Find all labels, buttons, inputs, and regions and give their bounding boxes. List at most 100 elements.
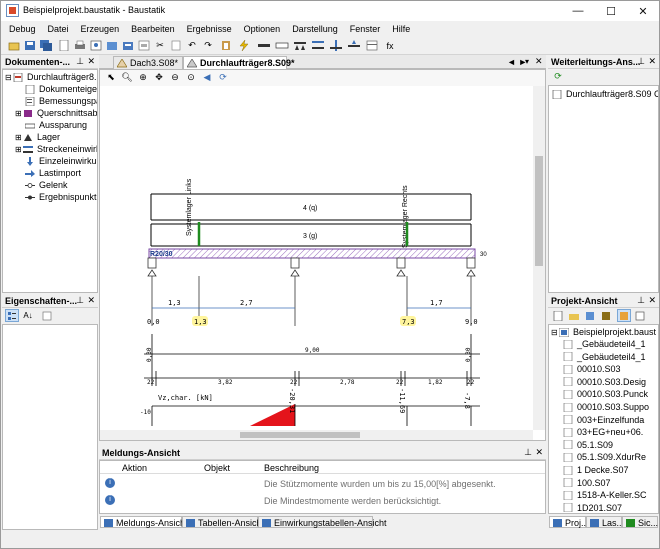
tree-item-lastimport[interactable]: Lastimport [25, 167, 81, 179]
sort-az-icon[interactable]: A↓ [21, 309, 35, 322]
new-doc-icon[interactable] [57, 39, 71, 52]
select-arrow-icon[interactable]: ⬉ [104, 71, 118, 84]
paste-icon[interactable] [219, 39, 233, 52]
redo-icon[interactable]: ↷ [201, 39, 215, 52]
tree-item-gelenk[interactable]: Gelenk [25, 179, 68, 191]
close-panel-icon[interactable]: ✕ [648, 56, 656, 67]
preview-icon[interactable] [89, 39, 103, 52]
menu-hilfe[interactable]: Hilfe [386, 21, 416, 37]
section-icon[interactable] [275, 39, 289, 52]
cut-icon[interactable]: ✂ [153, 39, 167, 52]
message-row[interactable]: i Die Mindestmomente werden berücksichti… [100, 492, 545, 509]
expand-icon[interactable]: ⊞ [15, 145, 23, 154]
filter-icon[interactable] [617, 309, 631, 322]
close-panel-icon[interactable]: ✕ [87, 295, 95, 306]
project-grid-icon[interactable] [633, 309, 647, 322]
project-item[interactable]: 05.1.S09.XdurRe [563, 451, 646, 463]
project-item[interactable]: 00010.S03.Suppo [563, 401, 649, 413]
project-item[interactable]: 00010.S03 [563, 363, 621, 375]
save-icon[interactable] [23, 39, 37, 52]
tab-project[interactable]: Proj... [549, 516, 589, 528]
project-item[interactable]: 003+Einzelfunda [563, 414, 644, 426]
project-item[interactable]: _Gebäudeteil4_1 [563, 351, 646, 363]
pin-icon[interactable]: ⊥ [76, 295, 84, 306]
tab-tables[interactable]: Tabellen-Ansicht [182, 516, 264, 528]
lightning-icon[interactable] [237, 39, 251, 52]
point-load-icon[interactable] [347, 39, 361, 52]
table-icon[interactable] [365, 39, 379, 52]
pan-icon[interactable]: ✥ [152, 71, 166, 84]
horizontal-scrollbar[interactable] [100, 430, 533, 440]
load-icon[interactable] [311, 39, 325, 52]
pin-icon[interactable]: ⊥ [637, 295, 645, 306]
project-settings-icon[interactable] [583, 309, 597, 322]
categorized-icon[interactable] [5, 309, 19, 322]
pin-icon[interactable]: ⊥ [637, 56, 645, 67]
close-panel-icon[interactable]: ✕ [648, 295, 656, 306]
menu-datei[interactable]: Datei [42, 21, 75, 37]
close-panel-icon[interactable]: ✕ [87, 56, 95, 67]
project-item[interactable]: 100.S07 [563, 477, 611, 489]
zoom-in-icon[interactable]: ⊕ [136, 71, 150, 84]
horizontal-scroll-thumb[interactable] [240, 432, 360, 438]
menu-debug[interactable]: Debug [1, 21, 42, 37]
menu-ergebnisse[interactable]: Ergebnisse [181, 21, 238, 37]
collapse-icon[interactable]: ⊟ [5, 73, 13, 82]
tab-dropdown-icon[interactable]: ▾ [525, 57, 529, 66]
close-doc-icon[interactable]: ✕ [535, 56, 543, 67]
dimension-icon[interactable] [329, 39, 343, 52]
formula-icon[interactable]: fx [383, 39, 397, 52]
tree-item-bemessung[interactable]: Bemessungspa [25, 95, 97, 107]
menu-fenster[interactable]: Fenster [344, 21, 387, 37]
message-row[interactable]: i Die Stützmomente wurden um bis zu 15,0… [100, 475, 545, 492]
export-icon[interactable] [105, 39, 119, 52]
pdf-icon[interactable] [137, 39, 151, 52]
property-pages-icon[interactable] [40, 309, 54, 322]
close-button[interactable]: ✕ [628, 1, 658, 21]
new-project-icon[interactable] [551, 309, 565, 322]
undo-icon[interactable]: ↶ [185, 39, 199, 52]
project-item[interactable]: 1 Decke.S07 [563, 464, 629, 476]
refresh-icon[interactable]: ⟳ [216, 71, 230, 84]
tree-item-einzeleinwirkung[interactable]: Einzeleinwirkun [25, 155, 97, 167]
tab-safety[interactable]: Sic... [622, 516, 658, 528]
expand-icon[interactable]: ⊞ [15, 109, 23, 118]
project-item[interactable]: 03+EG+neu+06. [563, 426, 643, 438]
menu-bearbeiten[interactable]: Bearbeiten [125, 21, 181, 37]
pin-icon[interactable]: ⊥ [524, 447, 532, 458]
column-aktion[interactable]: Aktion [122, 463, 147, 473]
pin-icon[interactable]: ⊥ [76, 56, 84, 67]
project-item[interactable]: 00010.S03.Punck [563, 388, 648, 400]
tree-item-aussparung[interactable]: Aussparung [25, 119, 87, 131]
column-beschreibung[interactable]: Beschreibung [264, 463, 319, 473]
forward-refresh-icon[interactable]: ⟳ [551, 70, 565, 83]
zoom-window-icon[interactable]: 🔍︎ [120, 71, 134, 84]
project-root[interactable]: ⊟ Beispielprojekt.baust [551, 326, 656, 338]
project-item[interactable]: 1518-A-Keller.SC [563, 489, 647, 501]
tab-durchlauftraeger[interactable]: Durchlaufträger8.S09* [183, 56, 295, 69]
close-panel-icon[interactable]: ✕ [535, 447, 543, 458]
tab-dach3[interactable]: Dach3.S08* [113, 56, 183, 69]
tree-root[interactable]: ⊟ Durchlaufträger8.S0 [5, 71, 97, 83]
column-objekt[interactable]: Objekt [204, 463, 230, 473]
minimize-button[interactable]: — [563, 1, 593, 21]
project-tool-icon[interactable] [599, 309, 613, 322]
open-folder-icon[interactable] [567, 309, 581, 322]
back-icon[interactable]: ◀ [200, 71, 214, 84]
project-item[interactable]: 00010.S03.Desig [563, 376, 646, 388]
support-icon[interactable] [293, 39, 307, 52]
delete-icon[interactable] [169, 39, 183, 52]
menu-darstellung[interactable]: Darstellung [286, 21, 344, 37]
print-icon[interactable] [73, 39, 87, 52]
vertical-scrollbar[interactable] [533, 86, 545, 430]
tree-item-dokumenteigen[interactable]: Dokumenteigen [25, 83, 97, 95]
zoom-extents-icon[interactable]: ⊙ [184, 71, 198, 84]
project-item[interactable]: 05.1.S09 [563, 439, 613, 451]
forwarding-item[interactable]: Durchlaufträger8.S09 C: 9C [552, 88, 658, 100]
open-icon[interactable] [7, 39, 21, 52]
tab-messages[interactable]: Meldungs-Ansicht [100, 516, 188, 528]
maximize-button[interactable]: ☐ [596, 1, 626, 21]
expand-icon[interactable]: ⊞ [15, 133, 23, 142]
tree-item-querschnitt[interactable]: ⊞ Querschnittsab [15, 107, 97, 119]
import-icon[interactable] [121, 39, 135, 52]
